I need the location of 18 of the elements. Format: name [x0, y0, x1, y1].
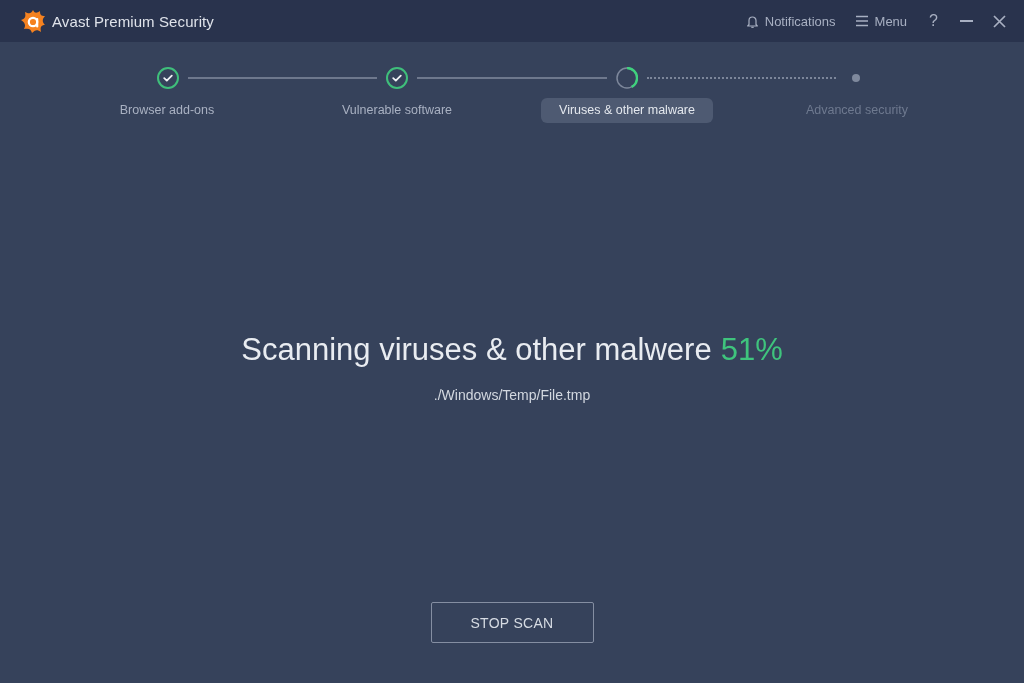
current-file-path: ./Windows/Temp/File.tmp [433, 387, 591, 403]
notifications-button[interactable]: Notifications [746, 13, 836, 29]
scan-heading: Scanning viruses & other malwere [241, 332, 712, 368]
close-icon [993, 14, 1006, 28]
menu-button[interactable]: Menu [855, 13, 908, 29]
bell-icon [746, 14, 758, 28]
menu-icon [855, 15, 868, 27]
window-title: Avast Premium Security [52, 12, 214, 30]
scan-percent: 51% [720, 332, 783, 368]
minimize-icon [960, 20, 973, 22]
close-button[interactable] [993, 14, 1006, 28]
step-label: Advanced security [804, 102, 910, 119]
step-label: Vulnerable software [341, 102, 453, 119]
stop-scan-button[interactable]: STOP SCAN [430, 602, 594, 643]
logo-icon [20, 8, 46, 34]
step-label: Viruses & other malware [541, 98, 713, 123]
step-label: Browser add-ons [118, 102, 216, 119]
help-button[interactable]: ? [927, 13, 940, 29]
